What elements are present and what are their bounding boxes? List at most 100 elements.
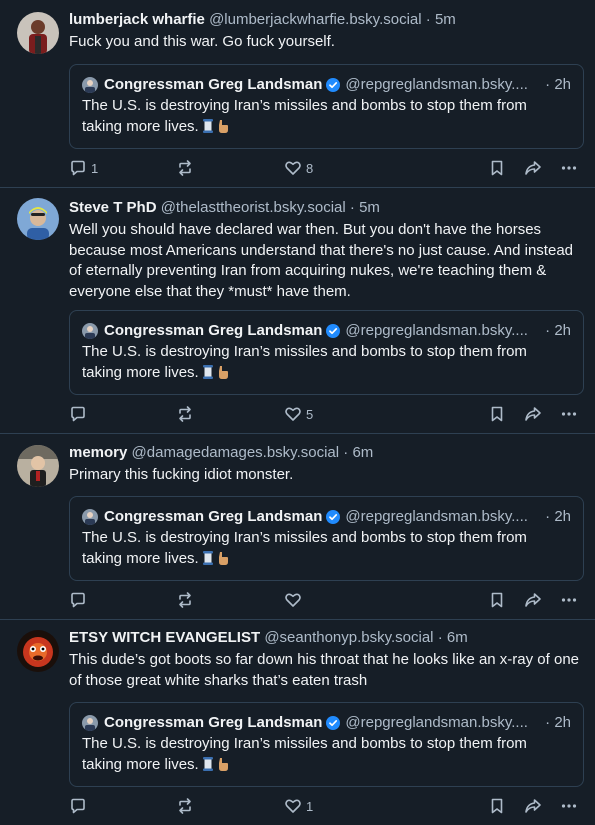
post[interactable]: ETSY WITCH EVANGELIST @seanthonyp.bsky.s… (0, 620, 595, 825)
bookmark-button[interactable] (488, 403, 506, 425)
quote-author: Congressman Greg Landsman (104, 76, 323, 93)
thread-emoji-icon (202, 756, 214, 778)
more-button[interactable] (560, 589, 578, 611)
separator: · (545, 76, 551, 93)
repost-icon (179, 406, 191, 422)
post-time[interactable]: 5m (435, 11, 456, 28)
like-button[interactable] (284, 589, 306, 611)
hand-emoji-icon (217, 757, 229, 778)
avatar[interactable] (17, 12, 59, 54)
share-button[interactable] (524, 157, 542, 179)
repost-icon (179, 798, 191, 814)
repost-button[interactable] (176, 795, 194, 817)
author-name[interactable]: Steve T PhD (69, 199, 157, 216)
repost-button[interactable] (176, 589, 194, 611)
bookmark-button[interactable] (488, 795, 506, 817)
quote-header: Congressman Greg Landsman @repgreglandsm… (82, 507, 571, 527)
share-icon (525, 799, 541, 813)
separator: · (349, 199, 355, 216)
more-icon (561, 598, 577, 602)
post-actions: 5 (69, 403, 584, 425)
like-icon (285, 407, 301, 421)
quoted-post[interactable]: Congressman Greg Landsman @repgreglandsm… (69, 310, 584, 395)
avatar (82, 509, 98, 525)
quote-handle: @repgreglandsman.bsky.... (345, 508, 528, 525)
separator: · (545, 322, 551, 339)
post-actions: 1 8 (69, 157, 584, 179)
post-header: lumberjack wharfie @lumberjackwharfie.bs… (69, 10, 583, 30)
bookmark-icon (491, 160, 503, 176)
author-handle[interactable]: @damagedamages.bsky.social (132, 444, 340, 461)
reply-icon (71, 406, 85, 422)
share-button[interactable] (524, 403, 542, 425)
reply-button[interactable] (69, 795, 91, 817)
reply-count: 1 (91, 160, 99, 176)
more-icon (561, 412, 577, 416)
post-text: Primary this fucking idiot monster. (69, 466, 294, 483)
author-name[interactable]: memory (69, 444, 127, 461)
verified-badge-icon (326, 324, 341, 338)
more-button[interactable] (560, 403, 578, 425)
separator: · (437, 629, 443, 646)
post-header: memory @damagedamages.bsky.social · 6m (69, 443, 583, 463)
repost-button[interactable] (176, 403, 194, 425)
verified-badge-icon (326, 78, 341, 92)
post-header: ETSY WITCH EVANGELIST @seanthonyp.bsky.s… (69, 628, 583, 648)
thread-emoji-icon (202, 550, 214, 572)
more-icon (561, 804, 577, 808)
reply-icon (71, 592, 85, 608)
author-name[interactable]: lumberjack wharfie (69, 11, 205, 28)
like-count: 1 (306, 798, 314, 814)
hand-emoji-icon (217, 551, 229, 572)
more-button[interactable] (560, 157, 578, 179)
reply-button[interactable] (69, 589, 91, 611)
quote-author: Congressman Greg Landsman (104, 508, 323, 525)
author-handle[interactable]: @thelasttheorist.bsky.social (161, 199, 346, 216)
separator: · (343, 444, 349, 461)
repost-icon (179, 160, 191, 176)
avatar (82, 715, 98, 731)
reply-button[interactable]: 1 (69, 157, 98, 179)
post-text: Fuck you and this war. Go fuck yourself. (69, 33, 335, 50)
separator: · (545, 508, 551, 525)
share-button[interactable] (524, 795, 542, 817)
quote-handle: @repgreglandsman.bsky.... (345, 322, 528, 339)
post[interactable]: lumberjack wharfie @lumberjackwharfie.bs… (0, 0, 595, 188)
quoted-post[interactable]: Congressman Greg Landsman @repgreglandsm… (69, 702, 584, 787)
quote-text: The U.S. is destroying Iran’s missiles a… (82, 97, 527, 135)
post[interactable]: memory @damagedamages.bsky.social · 6m P… (0, 434, 595, 620)
avatar[interactable] (17, 630, 59, 672)
like-count: 8 (306, 160, 314, 176)
quote-header: Congressman Greg Landsman @repgreglandsm… (82, 713, 571, 733)
more-button[interactable] (560, 795, 578, 817)
author-name[interactable]: ETSY WITCH EVANGELIST (69, 629, 260, 646)
quoted-post[interactable]: Congressman Greg Landsman @repgreglandsm… (69, 64, 584, 149)
bookmark-button[interactable] (488, 157, 506, 179)
quote-handle: @repgreglandsman.bsky.... (345, 714, 528, 731)
avatar (82, 77, 98, 93)
repost-button[interactable] (176, 157, 194, 179)
post-time[interactable]: 6m (447, 629, 468, 646)
like-button[interactable]: 5 (284, 403, 313, 425)
reply-button[interactable] (69, 403, 91, 425)
reply-icon (71, 798, 85, 814)
bookmark-button[interactable] (488, 589, 506, 611)
quote-time: 2h (554, 714, 571, 731)
post-time[interactable]: 5m (359, 199, 380, 216)
like-button[interactable]: 1 (284, 795, 313, 817)
avatar[interactable] (17, 198, 59, 240)
bookmark-icon (491, 406, 503, 422)
quoted-post[interactable]: Congressman Greg Landsman @repgreglandsm… (69, 496, 584, 581)
post[interactable]: Steve T PhD @thelasttheorist.bsky.social… (0, 188, 595, 434)
quote-text: The U.S. is destroying Iran’s missiles a… (82, 529, 527, 567)
author-handle[interactable]: @seanthonyp.bsky.social (264, 629, 433, 646)
author-handle[interactable]: @lumberjackwharfie.bsky.social (209, 11, 422, 28)
post-actions: 1 (69, 795, 584, 817)
separator: · (545, 714, 551, 731)
avatar[interactable] (17, 445, 59, 487)
like-button[interactable]: 8 (284, 157, 313, 179)
share-button[interactable] (524, 589, 542, 611)
post-time[interactable]: 6m (352, 444, 373, 461)
like-icon (285, 161, 301, 175)
quote-header: Congressman Greg Landsman @repgreglandsm… (82, 75, 571, 95)
